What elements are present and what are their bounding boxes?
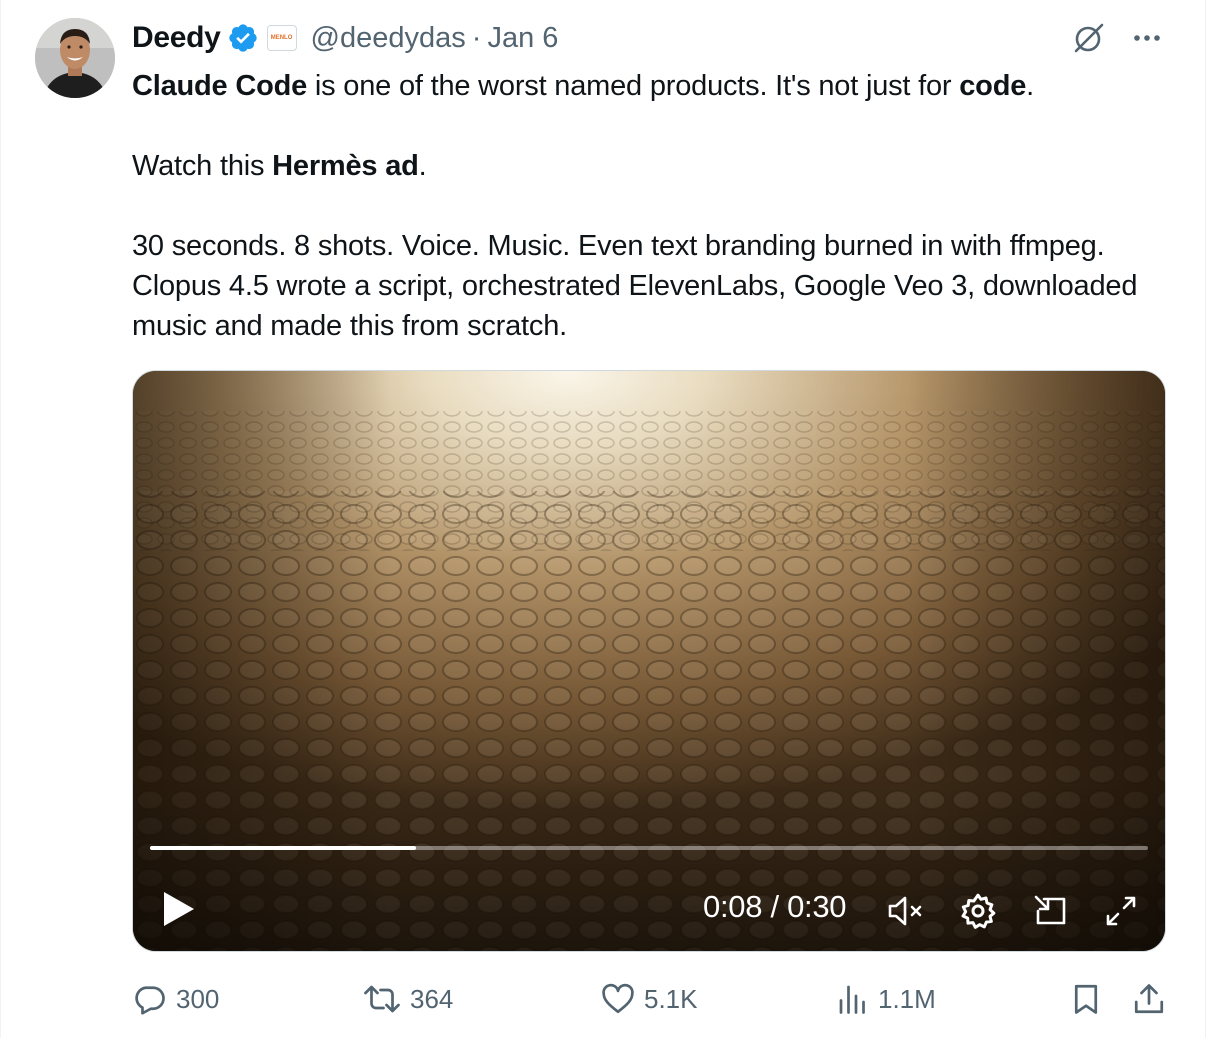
- tweet-action-bar: 300 364 5.1K 1.1M: [132, 976, 1172, 1022]
- text-segment: Watch this: [132, 150, 273, 182]
- view-count: 1.1M: [878, 983, 936, 1014]
- tweet-card[interactable]: Deedy MENLO @deedydas · Jan 6 Claude Cod…: [0, 0, 1206, 1038]
- share-icon: [1134, 984, 1164, 1014]
- tweet-top-actions: [1071, 20, 1165, 61]
- share-button[interactable]: [1131, 976, 1175, 1022]
- video-controls: 0:08 / 0:30: [133, 871, 1165, 951]
- reply-icon: [135, 986, 165, 1015]
- text-segment: is one of the worst named products. It's…: [307, 70, 960, 102]
- picture-in-picture-icon[interactable]: [1030, 891, 1070, 931]
- video-player[interactable]: 0:08 / 0:30: [132, 370, 1166, 952]
- more-icon[interactable]: [1129, 20, 1165, 61]
- play-icon[interactable]: [161, 889, 197, 929]
- tweet-date[interactable]: Jan 6: [487, 22, 558, 55]
- text-segment: .: [418, 150, 427, 182]
- affiliate-badge[interactable]: MENLO: [266, 25, 297, 51]
- reply-count: 300: [176, 983, 220, 1014]
- video-progress-bar[interactable]: [150, 846, 1148, 850]
- author-name[interactable]: Deedy: [132, 21, 221, 55]
- author-handle[interactable]: @deedydas: [311, 22, 466, 55]
- mute-icon[interactable]: [885, 891, 925, 931]
- bold-claude-code: Claude Code: [132, 70, 308, 102]
- repost-button[interactable]: 364: [362, 976, 453, 1022]
- grok-icon[interactable]: [1071, 20, 1107, 61]
- tweet-paragraph-3: 30 seconds. 8 shots. Voice. Music. Even …: [132, 230, 1138, 342]
- tweet-paragraph-2: Watch this Hermès ad.: [132, 146, 1172, 186]
- avatar[interactable]: [35, 18, 115, 98]
- video-frame: [133, 371, 1165, 951]
- views-icon: [839, 985, 865, 1014]
- text-segment: .: [1026, 70, 1034, 102]
- like-icon: [602, 983, 634, 1014]
- verified-badge-icon[interactable]: [227, 22, 259, 54]
- bold-code: code: [959, 70, 1027, 102]
- bold-hermes-ad: Hermès ad: [272, 150, 419, 182]
- video-progress-fill: [150, 846, 417, 850]
- settings-icon[interactable]: [958, 891, 998, 931]
- fullscreen-icon[interactable]: [1101, 891, 1141, 931]
- tweet-header: Deedy MENLO @deedydas · Jan 6: [132, 16, 558, 60]
- bookmark-button[interactable]: [1068, 976, 1112, 1022]
- views-button[interactable]: 1.1M: [836, 976, 936, 1022]
- bookmark-icon: [1074, 984, 1098, 1014]
- like-button[interactable]: 5.1K: [600, 976, 698, 1022]
- like-count: 5.1K: [644, 983, 698, 1014]
- tweet-text: Claude Code is one of the worst named pr…: [132, 66, 1172, 346]
- video-time: 0:08 / 0:30: [703, 889, 847, 924]
- repost-count: 364: [410, 983, 454, 1014]
- tweet-paragraph-1: Claude Code is one of the worst named pr…: [132, 66, 1172, 106]
- separator-dot: ·: [471, 21, 482, 54]
- repost-icon: [364, 985, 400, 1013]
- reply-button[interactable]: 300: [132, 976, 219, 1022]
